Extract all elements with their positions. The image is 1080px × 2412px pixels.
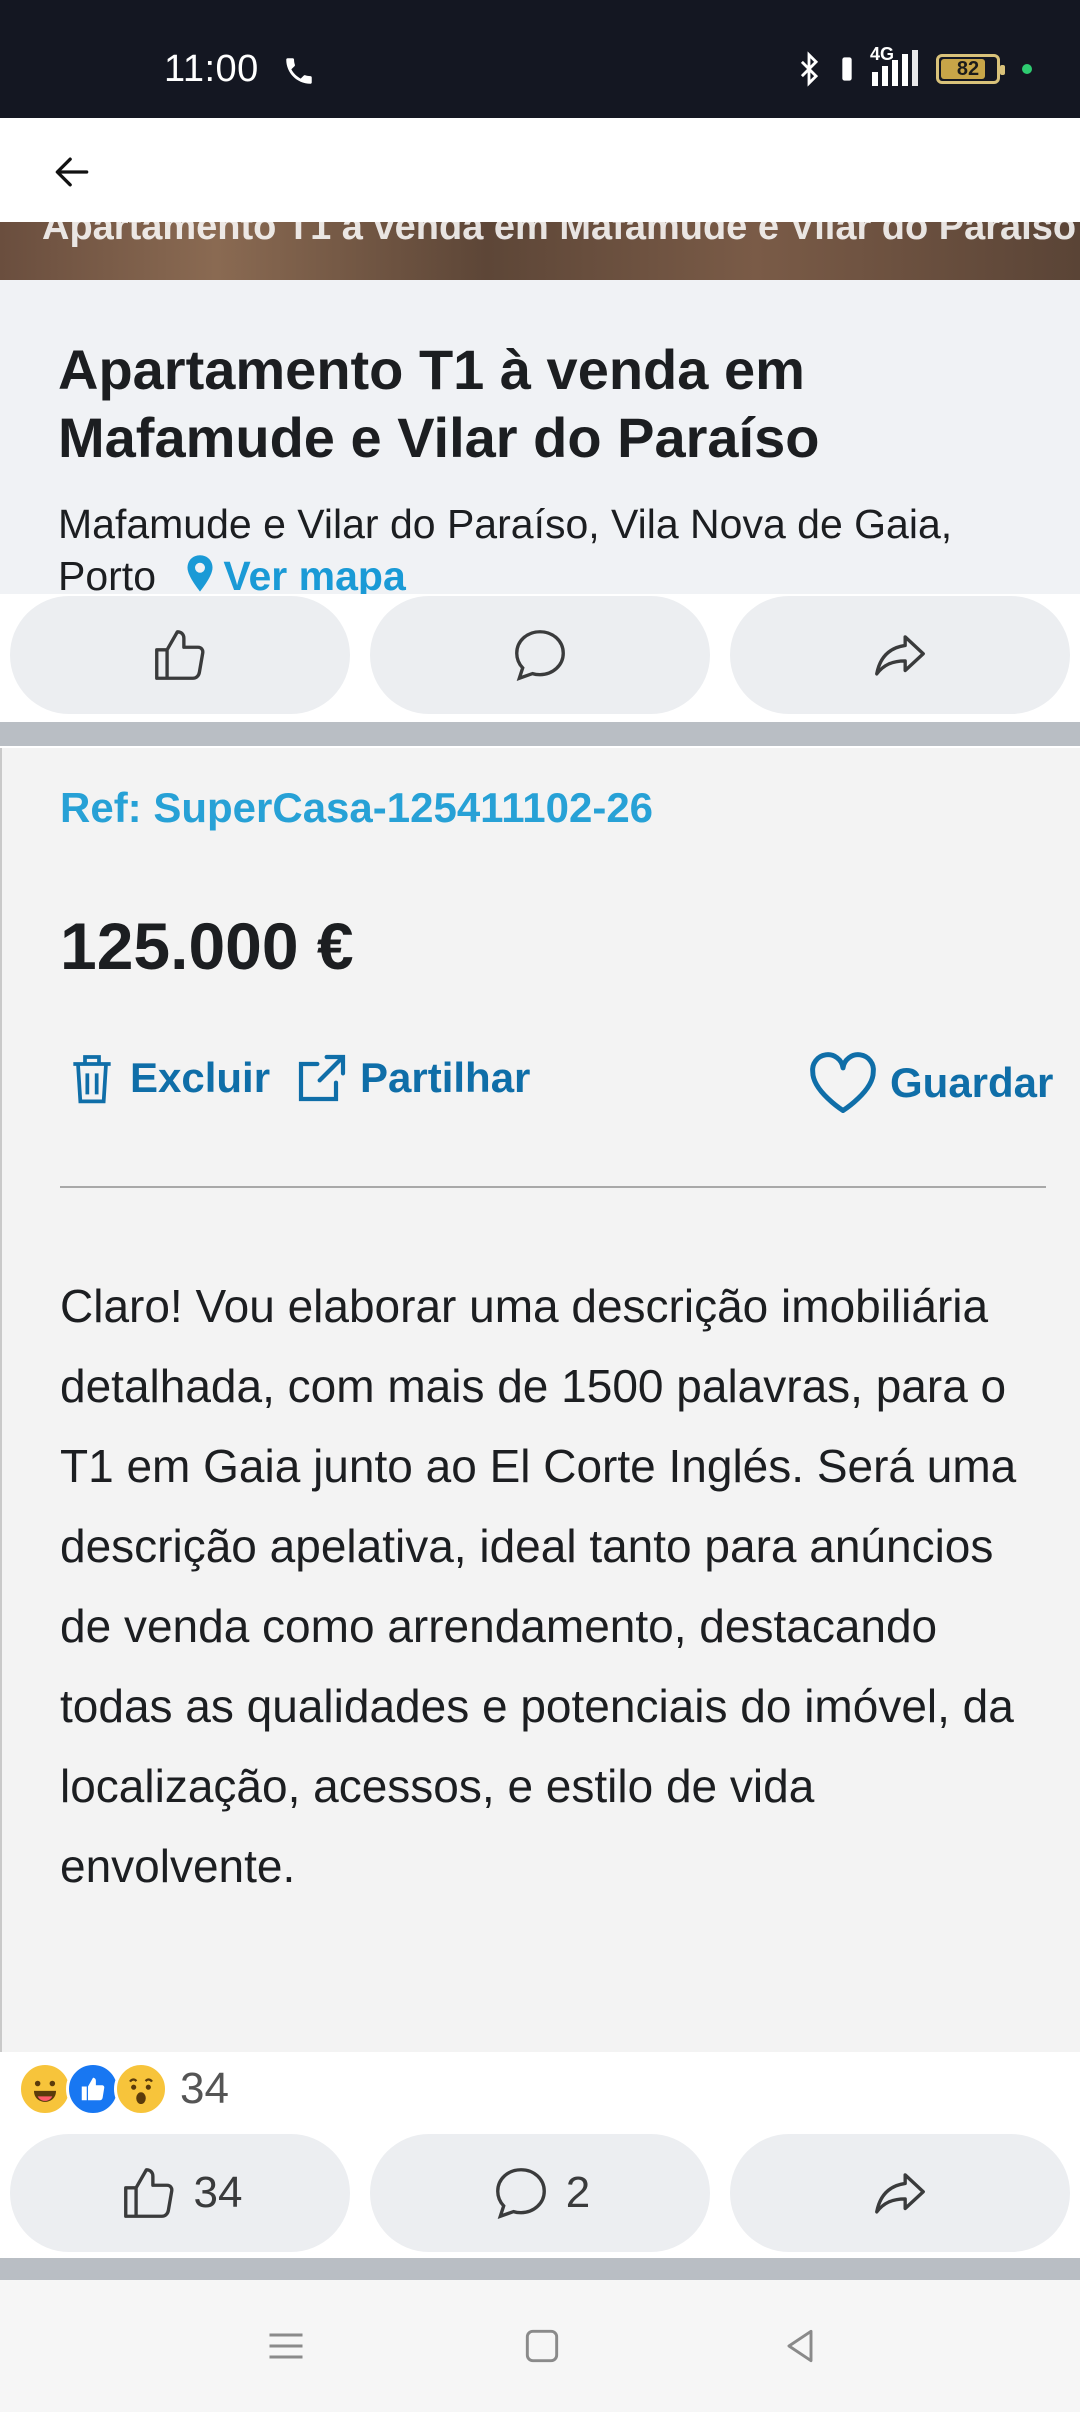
system-nav-bar: [0, 2280, 1080, 2412]
listing-header[interactable]: Apartamento T1 à venda em Mafamude e Vil…: [0, 280, 1080, 594]
battery-level: 82: [956, 57, 980, 80]
share-button[interactable]: [730, 596, 1070, 714]
save-label: Guardar: [890, 1059, 1054, 1106]
comment-button[interactable]: [370, 596, 710, 714]
listing-description: Claro! Vou elaborar uma descrição imobil…: [60, 1280, 1017, 1892]
listing-details-card: Ref: SuperCasa-125411102-26 125.000 € Ex…: [0, 748, 1080, 2052]
comment-button[interactable]: 2: [370, 2134, 710, 2252]
back-triangle-icon[interactable]: [778, 2324, 822, 2368]
post-actions-bottom: 34 2: [0, 2134, 1080, 2254]
listing-title: Apartamento T1 à venda em Mafamude e Vil…: [58, 338, 820, 469]
view-map-link[interactable]: Ver mapa: [223, 553, 405, 594]
comment-count: 2: [565, 2168, 591, 2217]
arrow-left-icon[interactable]: [50, 150, 94, 194]
external-share-icon: [298, 1054, 346, 1102]
share-label: Partilhar: [360, 1054, 531, 1101]
share-arrow-icon: [875, 2173, 925, 2214]
listing-reference: Ref: SuperCasa-125411102-26: [60, 784, 654, 831]
listing-photo[interactable]: Apartamento T1 à venda em Mafamude e Vil…: [0, 222, 1080, 280]
reactions-summary[interactable]: 34: [18, 2060, 229, 2118]
heart-icon: [810, 1052, 876, 1113]
divider: [0, 722, 1080, 746]
notification-dot: [1022, 64, 1032, 74]
share-button[interactable]: [730, 2134, 1070, 2252]
vibrate-icon: [842, 57, 852, 81]
wow-reaction-icon: [114, 2062, 168, 2116]
reactions-count: 34: [180, 2064, 229, 2113]
status-bar: 11:00 4G 82: [0, 0, 1080, 118]
delete-label: Excluir: [130, 1054, 271, 1101]
like-count: 34: [193, 2168, 243, 2217]
like-button[interactable]: 34: [10, 2134, 350, 2252]
divider: [0, 2258, 1080, 2280]
post-actions-top: [0, 596, 1080, 716]
bluetooth-icon: [800, 51, 819, 87]
share-arrow-icon: [875, 635, 925, 676]
delete-button[interactable]: Excluir: [64, 1050, 270, 1106]
status-indicators: 4G 82: [792, 44, 1032, 88]
photo-caption: Apartamento T1 à venda em Mafamude e Vil…: [42, 222, 1077, 248]
share-listing-button[interactable]: Partilhar: [294, 1050, 530, 1106]
like-button[interactable]: [10, 596, 350, 714]
home-icon[interactable]: [520, 2324, 564, 2368]
comment-icon: [495, 2168, 546, 2219]
status-time: 11:00: [164, 48, 259, 90]
thumbs-up-icon: [155, 630, 205, 680]
section-divider: [60, 1186, 1046, 1188]
app-bar: [0, 118, 1080, 222]
like-reaction-icon: [66, 2062, 120, 2116]
comment-icon: [515, 630, 565, 681]
signal-icon: 4G: [868, 44, 922, 88]
thumbs-up-icon: [123, 2168, 174, 2218]
phone-call-icon: [286, 58, 312, 84]
save-button[interactable]: Guardar: [806, 1050, 1053, 1116]
listing-address: Mafamude e Vilar do Paraíso, Vila Nova d…: [58, 498, 1048, 594]
listing-price: 125.000 €: [60, 909, 354, 983]
trash-icon: [73, 1055, 111, 1104]
recent-apps-icon[interactable]: [264, 2324, 308, 2368]
map-pin-icon: [187, 555, 213, 592]
battery-icon: 82: [936, 54, 1005, 84]
haha-reaction-icon: [18, 2062, 72, 2116]
